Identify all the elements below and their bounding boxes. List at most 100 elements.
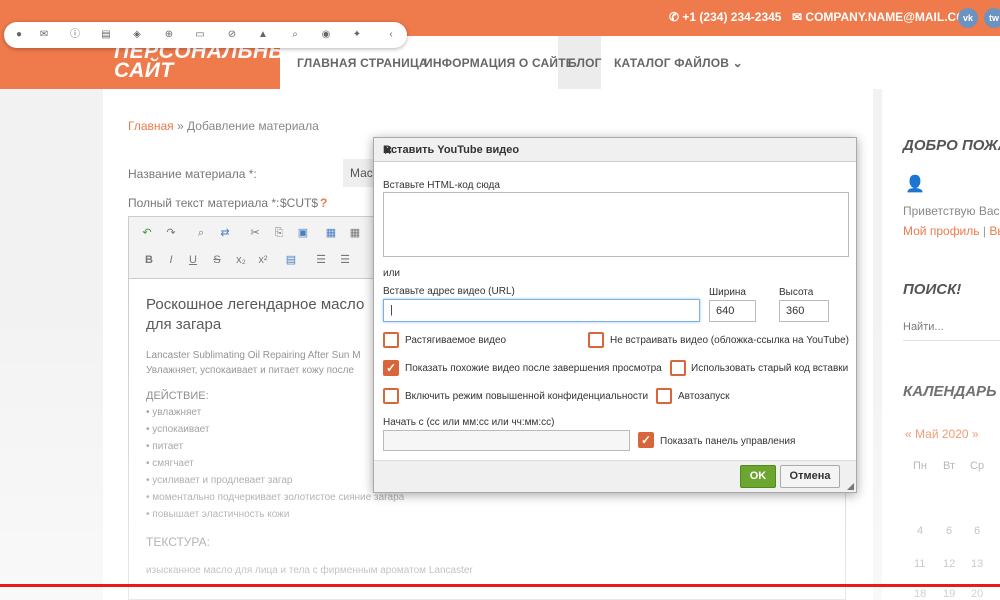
nav-blog[interactable]: БЛОГ [568,56,602,70]
cancel-button[interactable]: Отмена [780,465,840,488]
ok-button[interactable]: OK [740,465,776,488]
resize-handle-icon[interactable] [847,483,854,490]
undo-icon[interactable]: ↶ [137,225,157,242]
logo-line-2: САЙТ [114,59,174,82]
mail-icon[interactable]: ✉ [37,28,51,42]
info-icon[interactable]: ⓘ [68,28,82,42]
search-icon[interactable]: ⌕ [288,28,302,42]
vk-icon[interactable]: vk [958,8,978,28]
replace-icon[interactable]: ⇄ [215,225,235,242]
doc-paragraph-3: изысканное масло для лица и тела с фирме… [146,565,473,576]
table-icon[interactable]: ▦ [345,225,365,242]
height-input[interactable]: 360 [779,300,829,322]
sidebar [882,89,1000,600]
show-controls-label: Показать панель управления [660,436,796,447]
numbered-list-icon[interactable]: ☰ [311,252,331,269]
calendar-day[interactable]: 11 [914,558,925,570]
breadcrumb-current: Добавление материала [187,119,319,133]
sidebar-search-input[interactable] [903,313,1000,341]
calendar-month-nav[interactable]: « Май 2020 » [905,427,979,441]
eye-icon[interactable]: ◉ [319,28,333,42]
weekday-wed: Ср [970,460,985,472]
add-icon[interactable]: ⊕ [162,28,176,42]
underline-icon[interactable]: U [183,252,203,269]
doc-section-texture: ТЕКСТУРА: [146,535,210,549]
help-icon[interactable]: ? [320,196,327,210]
calendar-day[interactable]: 18 [914,588,926,600]
sidebar-welcome-title: ДОБРО ПОЖА [903,137,1000,154]
width-input[interactable]: 640 [709,300,756,322]
cut-icon[interactable]: ✂ [245,225,265,242]
calendar-day[interactable]: 13 [971,558,983,570]
redo-icon[interactable]: ↷ [161,225,181,242]
user-icon: 👤 [905,176,925,193]
url-input[interactable]: | [383,299,700,322]
folder-icon[interactable]: ▭ [193,28,207,42]
circle-icon[interactable]: ● [12,28,26,42]
show-controls-checkbox[interactable]: ✓ [638,432,654,448]
extension-toolbar: ● ✉ ⓘ ▤ ◈ ⊕ ▭ ⊘ ▲ ⌕ ◉ ✦ ‹ [4,22,407,48]
bell-icon[interactable]: ▲ [256,28,270,42]
calendar-day[interactable]: 19 [943,588,955,600]
nav-about[interactable]: ИНФОРМАЦИЯ О САЙТЕ [424,56,574,70]
calendar-day[interactable]: 4 [917,525,923,537]
autoplay-checkbox[interactable] [656,388,672,404]
greeting-text: Приветствую Вас, Г [903,204,1000,218]
find-icon[interactable]: ⌕ [191,225,211,242]
related-videos-checkbox[interactable]: ✓ [383,360,399,376]
youtube-dialog: Вставить YouTube видео ✖ Вставьте HTML-к… [373,137,857,493]
bullet-list-icon[interactable]: ☰ [335,252,355,269]
no-embed-checkbox[interactable] [588,332,604,348]
html-code-textarea[interactable] [383,192,849,257]
cut-tag-link[interactable]: $CUT$ [280,196,318,210]
greeting-prefix: Приветствую Вас, [903,204,1000,218]
breadcrumb-separator: » [173,119,188,133]
nav-home[interactable]: ГЛАВНАЯ СТРАНИЦА [297,56,428,70]
puzzle-icon[interactable]: ✦ [350,28,364,42]
layers-icon[interactable]: ◈ [130,28,144,42]
block-icon[interactable]: ⊘ [225,28,239,42]
calendar-day[interactable]: 6 [946,525,952,537]
calendar-day[interactable]: 12 [943,558,955,570]
weekday-tue: Вт [943,460,956,472]
media-icon[interactable]: ▤ [281,252,301,269]
strikethrough-icon[interactable]: S [207,252,227,269]
phone-text: +1 (234) 234-2345 [682,10,782,24]
phone-number[interactable]: ✆ +1 (234) 234-2345 [669,10,781,24]
italic-icon[interactable]: I [161,252,181,269]
privacy-mode-checkbox[interactable] [383,388,399,404]
twitter-icon[interactable]: tw [984,8,1000,28]
nav-catalog[interactable]: КАТАЛОГ ФАЙЛОВ ⌄ [614,56,743,70]
collapse-icon[interactable]: ‹ [384,28,398,42]
logout-link[interactable]: Вых [989,224,1000,238]
email-link[interactable]: ✉ COMPANY.NAME@MAIL.COM [792,10,976,24]
doc-paragraph-2: Увлажняет, успокаивает и питает кожу пос… [146,365,354,376]
calendar-day[interactable]: 20 [971,588,983,600]
paste-icon[interactable]: ▣ [293,225,313,242]
subscript-icon[interactable]: x₂ [231,252,251,269]
calendar-day[interactable]: 6 [974,525,980,537]
superscript-icon[interactable]: x² [253,252,273,269]
sidebar-search-title: ПОИСК! [903,281,962,298]
title-label: Название материала *: [128,167,257,181]
breadcrumb-home[interactable]: Главная [128,119,174,133]
width-label: Ширина [709,287,746,298]
url-label: Вставьте адрес видео (URL) [383,286,515,297]
weekday-mon: Пн [913,460,927,472]
old-embed-checkbox[interactable] [670,360,686,376]
list-item: • повышает эластичность кожи [146,509,290,520]
document-icon[interactable]: ▤ [99,28,113,42]
copy-icon[interactable]: ⎘ [269,225,289,242]
sidebar-calendar-title: КАЛЕНДАРЬ [903,383,997,400]
start-time-label: Начать с (сс или мм:сс или чч:мм:сс) [383,417,555,428]
bold-icon[interactable]: B [139,252,159,269]
image-icon[interactable]: ▦ [321,225,341,242]
or-label: или [383,268,401,279]
profile-link[interactable]: Мой профиль [903,224,980,238]
autoplay-label: Автозапуск [678,391,730,402]
height-label: Высота [779,287,814,298]
close-icon[interactable]: ✖ [383,144,848,157]
dialog-titlebar[interactable]: Вставить YouTube видео ✖ [374,138,856,162]
start-time-input[interactable] [383,430,630,451]
responsive-video-checkbox[interactable] [383,332,399,348]
